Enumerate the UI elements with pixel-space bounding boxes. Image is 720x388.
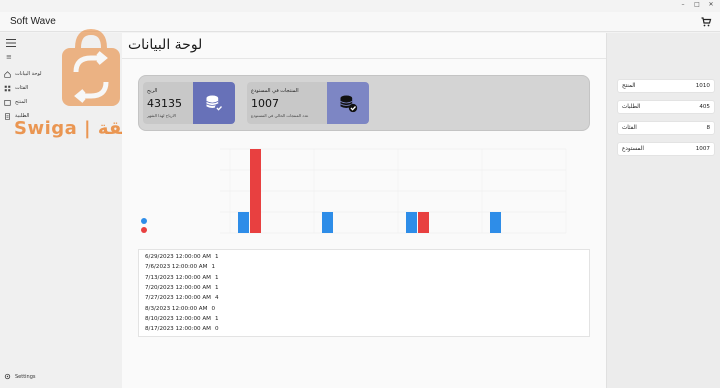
settings-label: Settings [15,373,36,380]
list-item[interactable]: 7/13/2023 12:00:00 AM 1 [145,275,219,285]
chart-bar [490,212,501,233]
chart-bar [406,212,417,233]
stat-label: الطلبات [622,104,641,110]
list-item[interactable]: 7/27/2023 12:00:00 AM 4 [145,295,219,305]
profit-value: 43135 [147,97,182,110]
list-item[interactable]: 8/3/2023 12:00:00 AM 0 [145,306,215,316]
order-count: 1 [215,284,219,291]
window-titlebar: – □ ✕ [0,0,720,12]
gear-icon [4,373,11,380]
list-item[interactable]: 7/6/2023 12:00:00 AM 1 [145,264,215,274]
chart-canvas [141,148,567,234]
order-date: 6/29/2023 12:00:00 AM [145,254,212,260]
orders-chart [138,143,590,247]
sidebar-item-label: لوحة البيانات [15,71,42,77]
order-date: 7/13/2023 12:00:00 AM [145,274,212,281]
chart-bar [238,212,249,233]
database-check-icon [206,95,224,113]
list-item[interactable]: 6/29/2023 12:00:00 AM 1 [145,254,219,264]
order-count: 0 [215,326,219,333]
order-date: 7/6/2023 12:00:00 AM [145,264,208,271]
home-icon [4,70,11,78]
back-arrow-icon[interactable]: ≡ [6,53,12,61]
order-date: 7/20/2023 12:00:00 AM [145,284,212,291]
order-date: 8/17/2023 12:00:00 AM [145,326,212,333]
stock-subtext: عدد المنتجات الحالي في المستودع [251,113,309,118]
maximize-icon[interactable]: □ [690,1,704,8]
legend-swatch [141,218,147,224]
profit-card: الربح 43135 الارباح لهذا الشهر [143,82,235,124]
app-title: Soft Wave [10,16,56,27]
legend-swatch [141,227,147,233]
stat-card: الطلبات 405 [617,100,715,114]
order-count: 1 [215,254,219,260]
page-header: لوحة البيانات [122,33,606,59]
stats-panel: المنتج 1010 الطلبات 405 الفئات 8 المستودع 1007 [606,33,720,388]
stat-card: المنتج 1010 [617,79,715,93]
main-content: لوحة البيانات الربح 43135 الارباح لهذا ا… [122,33,606,388]
stock-label: المنتجات في المستودع [251,88,299,94]
sidebar-item-label: الفئات [15,85,29,91]
order-count: 1 [211,264,216,271]
profit-label: الربح [147,88,158,94]
list-item[interactable]: 8/10/2023 12:00:00 AM 1 [145,316,219,326]
stock-card: المنتجات في المستودع 1007 عدد المنتجات ا… [247,82,369,124]
settings-button[interactable]: Settings [4,373,36,380]
hamburger-menu-icon[interactable] [6,39,16,47]
box-icon [4,99,11,106]
stat-label: المنتج [622,83,636,89]
close-icon[interactable]: ✕ [704,1,718,8]
chart-bar [322,212,333,233]
stat-value: 1010 [695,83,710,89]
page-title: لوحة البيانات [128,37,203,53]
list-item[interactable]: 8/17/2023 12:00:00 AM 0 [145,326,219,336]
orders-icon [5,112,10,120]
chart-bar [418,212,429,233]
stat-card: المستودع 1007 [617,142,715,156]
chart-bar [250,149,261,233]
database-check-icon [340,95,358,113]
grid-icon [4,85,11,91]
profit-subtext: الارباح لهذا الشهر [147,113,177,118]
list-item[interactable]: 7/20/2023 12:00:00 AM 1 [145,285,219,295]
minimize-icon[interactable]: – [676,1,690,8]
profit-icon-block [193,82,235,124]
stock-icon-block [327,82,369,124]
stat-value: 1007 [695,146,710,152]
stat-value: 8 [706,125,710,131]
orders-list[interactable]: 6/29/2023 12:00:00 AM 1 7/6/2023 12:00:00 … [138,249,590,337]
stock-value: 1007 [251,97,279,110]
order-count: 1 [215,274,219,281]
summary-cards: الربح 43135 الارباح لهذا الشهر المنتجات … [138,75,590,131]
cart-icon[interactable] [700,16,712,28]
stat-label: الفئات [622,125,637,131]
stat-label: المستودع [622,146,644,152]
stat-value: 405 [699,104,710,110]
sidebar-item-label: المنتج [15,99,28,105]
order-count: 0 [211,305,216,312]
watermark-logo [62,28,120,106]
order-date: 8/10/2023 12:00:00 AM [145,315,212,322]
order-count: 4 [215,295,219,302]
order-date: 7/27/2023 12:00:00 AM [145,295,212,302]
order-date: 8/3/2023 12:00:00 AM [145,305,208,312]
stat-card: الفئات 8 [617,121,715,135]
order-count: 1 [215,315,219,322]
